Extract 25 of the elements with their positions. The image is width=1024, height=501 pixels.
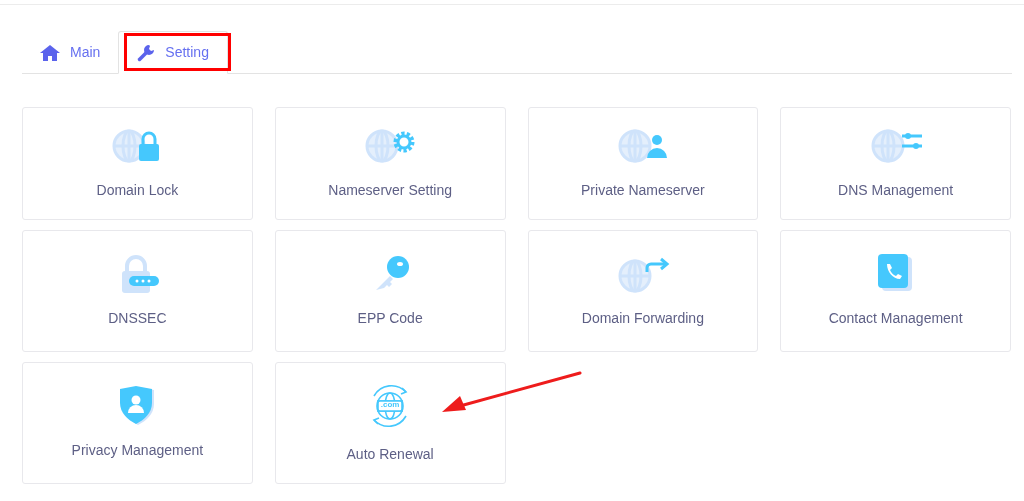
wrench-icon — [137, 43, 156, 62]
card-label: EPP Code — [357, 308, 423, 328]
card-label: Domain Forwarding — [581, 308, 704, 328]
setting-card[interactable]: Domain Lock — [22, 107, 253, 220]
setting-card[interactable]: Domain Forwarding — [527, 230, 759, 352]
setting-card[interactable]: Private Nameserver — [527, 107, 759, 220]
tab[interactable]: Setting — [118, 31, 228, 74]
setting-card[interactable]: EPP Code — [274, 230, 506, 352]
setting-card[interactable]: Contact Management — [780, 230, 1011, 352]
card-label: DNS Management — [838, 181, 954, 200]
card-label: Privacy Management — [71, 440, 204, 460]
card-label: Auto Renewal — [346, 444, 434, 464]
setting-card[interactable]: DNSSEC — [22, 230, 253, 352]
card-label: DNSSEC — [108, 308, 167, 328]
domain-label: .com — [379, 399, 401, 410]
card-label: Nameserver Setting — [328, 181, 452, 200]
setting-card[interactable]: .com Auto Renewal — [274, 362, 506, 484]
home-icon — [40, 43, 60, 61]
card-label: Private Nameserver — [581, 181, 705, 200]
tab[interactable]: Main — [22, 31, 119, 73]
card-label: Contact Management — [828, 308, 963, 328]
setting-card[interactable]: DNS Management — [780, 107, 1011, 220]
setting-card[interactable]: Privacy Management — [22, 362, 253, 484]
setting-card[interactable]: Nameserver Setting — [274, 107, 506, 220]
card-label: Domain Lock — [96, 181, 179, 200]
